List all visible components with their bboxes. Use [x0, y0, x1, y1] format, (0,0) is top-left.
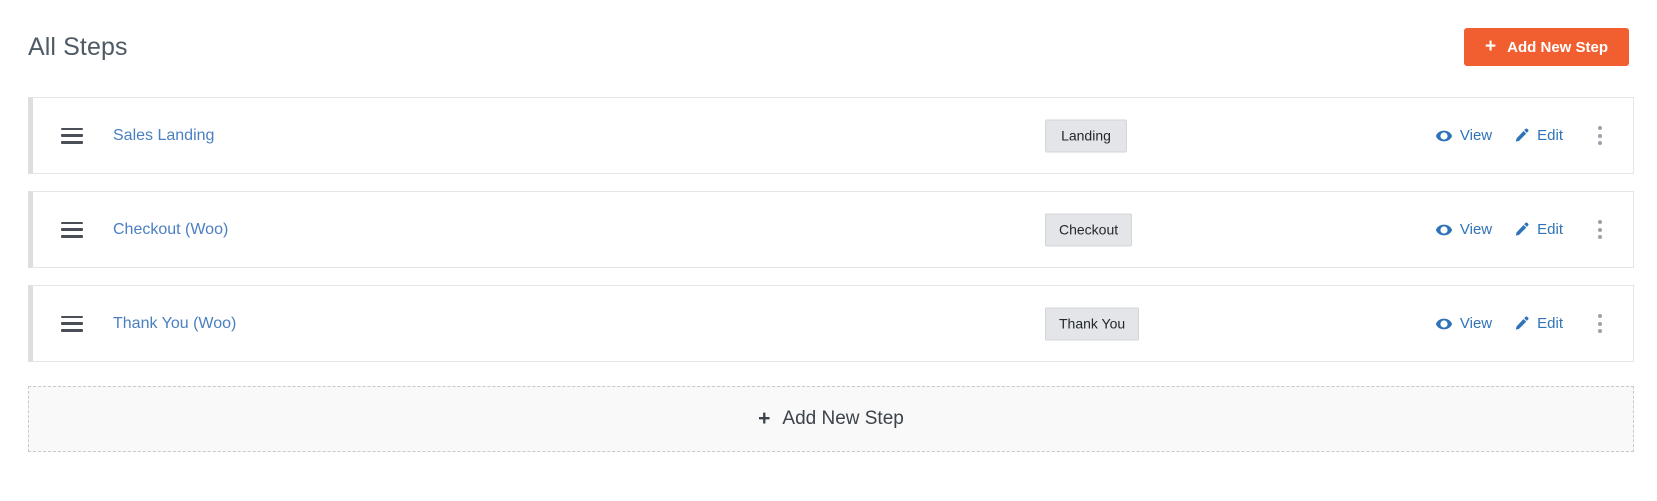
- step-name-link[interactable]: Checkout (Woo): [113, 221, 228, 239]
- drag-handle-icon[interactable]: [61, 221, 83, 238]
- eye-icon: [1435, 127, 1453, 145]
- edit-link[interactable]: Edit: [1502, 121, 1573, 151]
- kebab-menu-icon[interactable]: [1583, 116, 1617, 156]
- pencil-icon: [1512, 127, 1530, 145]
- status-badge: Thank You: [1045, 307, 1140, 340]
- eye-icon: [1435, 221, 1453, 239]
- edit-link[interactable]: Edit: [1502, 309, 1573, 339]
- steps-list: Sales Landing Landing View Edit Checkout…: [28, 97, 1634, 379]
- kebab-menu-icon[interactable]: [1583, 210, 1617, 250]
- view-link-label: View: [1459, 315, 1493, 332]
- edit-link-label: Edit: [1537, 127, 1563, 144]
- pencil-icon: [1512, 221, 1530, 239]
- view-link[interactable]: View: [1425, 121, 1502, 151]
- drag-handle-icon[interactable]: [61, 315, 83, 332]
- kebab-menu-icon[interactable]: [1583, 304, 1617, 344]
- step-name-link[interactable]: Sales Landing: [113, 127, 214, 145]
- plus-icon: +: [1485, 35, 1497, 57]
- add-new-step-button[interactable]: + Add New Step: [1464, 28, 1629, 66]
- add-new-step-button-label: Add New Step: [1507, 38, 1608, 56]
- table-row[interactable]: Thank You (Woo) Thank You View Edit: [28, 285, 1634, 362]
- eye-icon: [1435, 315, 1453, 333]
- step-name-link[interactable]: Thank You (Woo): [113, 315, 236, 333]
- edit-link-label: Edit: [1537, 315, 1563, 332]
- view-link-label: View: [1459, 127, 1493, 144]
- drag-handle-icon[interactable]: [61, 127, 83, 144]
- row-actions: View Edit: [1425, 286, 1633, 361]
- add-new-step-footer-button[interactable]: + Add New Step: [28, 386, 1634, 452]
- status-badge: Checkout: [1045, 213, 1133, 246]
- add-new-step-footer-label: Add New Step: [782, 408, 904, 429]
- view-link[interactable]: View: [1425, 215, 1502, 245]
- page-title: All Steps: [28, 32, 128, 61]
- table-row[interactable]: Checkout (Woo) Checkout View Edit: [28, 191, 1634, 268]
- page-header: All Steps + Add New Step: [0, 0, 1657, 94]
- edit-link-label: Edit: [1537, 221, 1563, 238]
- plus-icon: +: [758, 406, 771, 430]
- status-badge: Landing: [1045, 119, 1127, 152]
- pencil-icon: [1512, 315, 1530, 333]
- edit-link[interactable]: Edit: [1502, 215, 1573, 245]
- view-link[interactable]: View: [1425, 309, 1502, 339]
- row-actions: View Edit: [1425, 192, 1633, 267]
- row-actions: View Edit: [1425, 98, 1633, 173]
- all-steps-page: All Steps + Add New Step Sales Landing L…: [0, 0, 1657, 501]
- table-row[interactable]: Sales Landing Landing View Edit: [28, 97, 1634, 174]
- view-link-label: View: [1459, 221, 1493, 238]
